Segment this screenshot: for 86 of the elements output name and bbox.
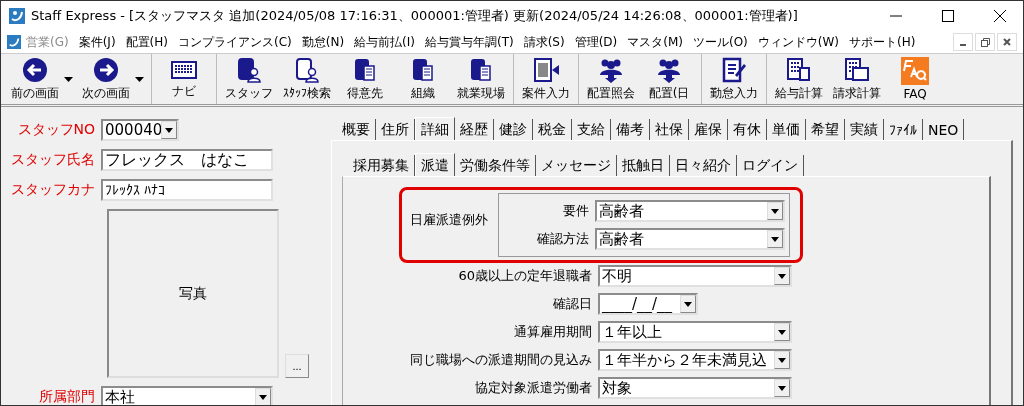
group-label: 日雇派遣例外 [409,211,489,229]
menu-item[interactable]: 給与前払(I) [349,33,420,51]
building-icon [468,56,494,83]
menu-item[interactable]: ツール(O) [688,33,753,51]
dropdown-field[interactable]: 高齢者 [595,228,785,250]
field-label: スタッフNO [16,121,96,139]
document-arrow-icon [532,56,560,83]
app-logo-icon [7,35,21,49]
menu-item[interactable]: ウィンドウ(W) [752,33,845,51]
toolbar-button[interactable]: 給与計算 [770,54,828,104]
dropdown-arrow-icon[interactable] [684,301,692,307]
restore-button[interactable] [975,33,995,51]
document-pen-icon [721,56,747,83]
input-field[interactable]: フレックス はなこ [101,149,273,171]
toolbar-button[interactable]: 配置照会 [582,54,640,104]
toolbar-button[interactable]: 請求計算 [828,54,886,104]
menu-item[interactable]: 管理(D) [569,33,623,51]
field-label: スタッフ氏名 [10,151,96,169]
tab[interactable]: 派遣 [415,153,455,177]
faq-logo-icon [901,57,929,85]
menu-item[interactable]: 配置(H) [120,33,173,51]
field-label: 同じ職場への派遣期間の見込み [409,351,593,369]
menu-item[interactable]: マスタ(M) [622,33,688,51]
menu-item[interactable]: 請求(S) [518,33,570,51]
keyboard-icon [171,58,197,81]
menu-item[interactable]: コンプライアンス(C) [172,33,297,51]
dropdown-arrow-icon[interactable] [778,385,786,391]
tab[interactable]: 詳細 [415,117,455,141]
calculator-icon [844,56,870,83]
toolbar-button[interactable]: 前の画面 [6,54,77,104]
field-label: 協定対象派遣労働者 [474,379,593,397]
field-label: スタッフカナ [10,181,96,199]
building-icon [352,56,378,83]
menu-item[interactable]: 案件(J) [73,33,121,51]
dropdown-field[interactable]: 対象 [598,377,792,399]
building-icon [410,56,436,83]
toolbar-button[interactable]: 配置(日 [640,54,698,104]
dropdown-field[interactable]: １年半から２年未満見込 [598,349,792,371]
input-field[interactable]: ﾌﾚｯｸｽ ﾊﾅｺ [101,179,273,201]
dropdown-field[interactable]: 不明 [598,265,792,287]
restore-icon [980,37,990,47]
staff-number-combo[interactable]: 000040 [101,119,179,141]
menu-item[interactable]: 勤怠(N) [296,33,350,51]
menu-item[interactable]: サポート(H) [844,33,921,51]
dropdown-field[interactable]: 高齢者 [595,200,785,222]
toolbar-button[interactable]: スタッフ [220,54,278,104]
toolbar-button[interactable]: FAQ [886,54,944,104]
dropdown-arrow-icon[interactable] [778,329,786,335]
close-icon [1003,38,1011,46]
dropdown-arrow-icon[interactable] [259,394,267,400]
field-label: 要件 [562,202,590,220]
toolbar-button[interactable]: 案件入力 [517,54,575,104]
menu-item[interactable]: 給与賞与年調(T) [419,33,519,51]
calculator-icon [786,56,812,83]
close-icon [994,10,1006,22]
maximize-icon [942,10,954,22]
date-field[interactable]: ____/__/__ [598,293,698,315]
dropdown-arrow-icon[interactable] [771,236,779,242]
minimize-button[interactable] [953,33,973,51]
window-title: Staff Express - [スタッフマスタ 追加(2024/05/08 17:16:31、000001:管理者) 更新(2024/05/24 14:26:08、000001:管理者)] [31,7,799,25]
dropdown-caret-icon[interactable] [64,76,73,82]
close-button[interactable] [997,33,1017,51]
app-logo-icon [9,8,25,24]
person-card-icon [236,56,262,83]
photo-field[interactable]: 写真 [107,209,279,378]
field-label: 確認日 [552,295,593,313]
field-label: 所属部門 [38,388,96,405]
document-person-icon [294,56,320,83]
dropdown-arrow-icon[interactable] [165,127,173,133]
dropdown-arrow-icon[interactable] [778,357,786,363]
toolbar-button[interactable]: 勤怠入力 [705,54,763,104]
dropdown-caret-icon[interactable] [135,76,144,82]
toolbar-button[interactable]: 次の画面 [77,54,148,104]
toolbar-button[interactable]: 就業現場 [452,54,510,104]
field-label: 60歳以上の定年退職者 [457,267,593,285]
field-label: 確認方法 [536,230,590,248]
dropdown-arrow-icon[interactable] [771,208,779,214]
department-combo[interactable]: 本社 [101,386,273,405]
toolbar-button[interactable]: 組織 [394,54,452,104]
toolbar-button[interactable]: 得意先 [336,54,394,104]
field-label: 通算雇用期間 [513,323,593,341]
toolbar-button[interactable]: ナビ [155,54,213,104]
toolbar-button[interactable]: ｽﾀｯﾌ検索 [278,54,336,104]
dropdown-arrow-icon[interactable] [778,273,786,279]
browse-button[interactable]: ... [285,354,309,378]
dropdown-field[interactable]: １年以上 [598,321,792,343]
